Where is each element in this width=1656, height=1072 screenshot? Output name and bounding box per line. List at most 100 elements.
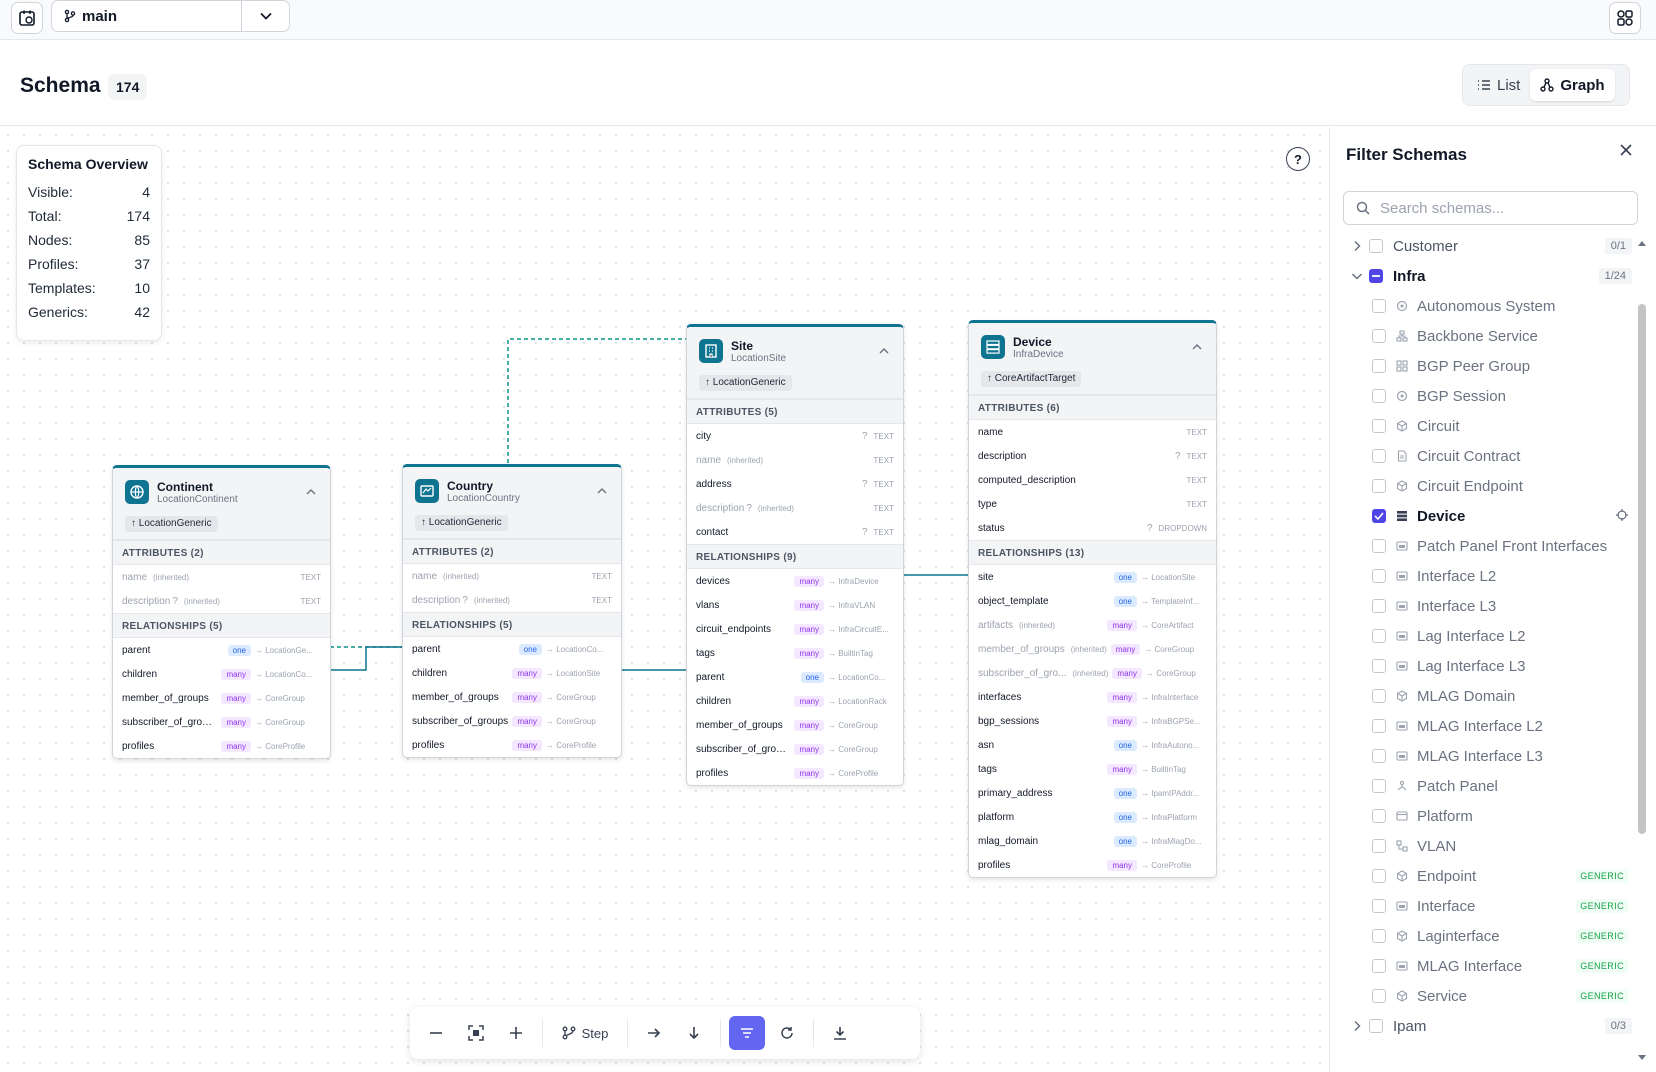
fit-view-button[interactable]: [458, 1016, 494, 1050]
filter-toggle-button[interactable]: [729, 1016, 765, 1050]
scroll-up-icon[interactable]: [1637, 239, 1647, 247]
relationship-row[interactable]: subscriber_of_gro... (inherited) many → Cor…: [969, 661, 1216, 685]
relationship-row[interactable]: member_of_groups many → CoreGroup: [113, 686, 330, 710]
relationship-row[interactable]: mlag_domain one → InfraMlagDo...: [969, 829, 1216, 853]
relationship-row[interactable]: subscriber_of_groups many → CoreGroup: [403, 709, 621, 733]
schema-checkbox[interactable]: [1372, 929, 1386, 943]
schema-item[interactable]: BGP Peer Group: [1330, 351, 1642, 381]
group-checkbox[interactable]: [1369, 1019, 1383, 1033]
schema-item[interactable]: Circuit: [1330, 411, 1642, 441]
schema-item[interactable]: Lag Interface L2: [1330, 621, 1642, 651]
zoom-out-button[interactable]: [418, 1016, 454, 1050]
schema-group[interactable]: Ipam 0/3: [1330, 1011, 1642, 1041]
relationship-row[interactable]: artifacts (inherited) many → CoreArtifact: [969, 613, 1216, 637]
schema-checkbox[interactable]: [1372, 779, 1386, 793]
schema-checkbox[interactable]: [1372, 329, 1386, 343]
branch-selector[interactable]: main: [51, 0, 290, 32]
schema-node-country[interactable]: Country LocationCountry ↑ LocationGeneric A…: [402, 464, 622, 758]
relationship-row[interactable]: profiles many → CoreProfile: [113, 734, 330, 758]
close-icon[interactable]: [1619, 143, 1633, 162]
schema-item[interactable]: Circuit Endpoint: [1330, 471, 1642, 501]
attribute-row[interactable]: description? (inherited) TEXT: [687, 496, 903, 520]
attribute-row[interactable]: type TEXT: [969, 492, 1216, 516]
relationship-row[interactable]: site one → LocationSite: [969, 565, 1216, 589]
relationship-row[interactable]: children many → LocationCo...: [113, 662, 330, 686]
schema-checkbox[interactable]: [1372, 869, 1386, 883]
attribute-row[interactable]: status? DROPDOWN: [969, 516, 1216, 540]
relationship-row[interactable]: vlans many → InfraVLAN: [687, 593, 903, 617]
schema-item[interactable]: MLAG Interface GENERIC: [1330, 951, 1642, 981]
attribute-row[interactable]: name (inherited) TEXT: [403, 564, 621, 588]
schema-checkbox[interactable]: [1372, 719, 1386, 733]
layout-horizontal-button[interactable]: [636, 1016, 672, 1050]
schema-checkbox[interactable]: [1372, 359, 1386, 373]
schema-group[interactable]: Infra 1/24: [1330, 261, 1642, 291]
chevron-down-icon[interactable]: [241, 1, 289, 31]
schema-item[interactable]: Interface L2: [1330, 561, 1642, 591]
schema-item[interactable]: Endpoint GENERIC: [1330, 861, 1642, 891]
group-checkbox[interactable]: [1369, 239, 1383, 253]
schema-item[interactable]: Service GENERIC: [1330, 981, 1642, 1011]
schema-item[interactable]: MLAG Domain: [1330, 681, 1642, 711]
relationship-row[interactable]: asn one → InfraAutono...: [969, 733, 1216, 757]
schema-checkbox[interactable]: [1372, 899, 1386, 913]
schema-item[interactable]: BGP Session: [1330, 381, 1642, 411]
schema-checkbox[interactable]: [1372, 599, 1386, 613]
attribute-row[interactable]: description? (inherited) TEXT: [113, 589, 330, 613]
relationship-row[interactable]: member_of_groups (inherited) many → CoreGro…: [969, 637, 1216, 661]
schema-checkbox[interactable]: [1372, 839, 1386, 853]
attribute-row[interactable]: description? (inherited) TEXT: [403, 588, 621, 612]
schema-group[interactable]: Customer 0/1: [1330, 231, 1642, 261]
calendar-clock-icon[interactable]: [11, 2, 43, 34]
chevron-up-icon[interactable]: [879, 341, 889, 359]
search-input[interactable]: [1380, 199, 1620, 217]
scrollbar-thumb[interactable]: [1638, 304, 1646, 834]
relationship-row[interactable]: primary_address one → IpamIPAddr...: [969, 781, 1216, 805]
attribute-row[interactable]: description? TEXT: [969, 444, 1216, 468]
schema-checkbox[interactable]: [1372, 959, 1386, 973]
relationship-row[interactable]: profiles many → CoreProfile: [687, 761, 903, 785]
relationship-row[interactable]: subscriber_of_groups many → CoreGroup: [113, 710, 330, 734]
refresh-button[interactable]: [769, 1016, 805, 1050]
attribute-row[interactable]: name (inherited) TEXT: [687, 448, 903, 472]
schema-item[interactable]: Patch Panel: [1330, 771, 1642, 801]
graph-view-button[interactable]: Graph: [1530, 69, 1615, 101]
schema-item[interactable]: Backbone Service: [1330, 321, 1642, 351]
graph-canvas[interactable]: Schema Overview Visible: 4 Total: 174 Node…: [0, 127, 1329, 1072]
schema-item[interactable]: Patch Panel Front Interfaces: [1330, 531, 1642, 561]
schema-checkbox[interactable]: [1372, 299, 1386, 313]
relationship-row[interactable]: platform one → InfraPlatform: [969, 805, 1216, 829]
attribute-row[interactable]: name TEXT: [969, 420, 1216, 444]
download-button[interactable]: [822, 1016, 858, 1050]
schema-item[interactable]: MLAG Interface L3: [1330, 741, 1642, 771]
attribute-row[interactable]: contact? TEXT: [687, 520, 903, 544]
layout-vertical-button[interactable]: [676, 1016, 712, 1050]
schema-checkbox[interactable]: [1372, 629, 1386, 643]
attribute-row[interactable]: city? TEXT: [687, 424, 903, 448]
schema-item[interactable]: Laginterface GENERIC: [1330, 921, 1642, 951]
schema-item[interactable]: Interface L3: [1330, 591, 1642, 621]
relationship-row[interactable]: interfaces many → InfraInterface: [969, 685, 1216, 709]
schema-item[interactable]: Device: [1330, 501, 1642, 531]
schema-checkbox[interactable]: [1372, 689, 1386, 703]
schema-item[interactable]: MLAG Interface L2: [1330, 711, 1642, 741]
scroll-down-icon[interactable]: [1637, 1054, 1647, 1062]
chevron-up-icon[interactable]: [1192, 337, 1202, 355]
crosshair-icon[interactable]: [1616, 508, 1628, 525]
group-checkbox[interactable]: [1369, 269, 1383, 283]
schema-node-device[interactable]: Device InfraDevice ↑ CoreArtifactTarget ATT…: [968, 320, 1217, 878]
chevron-right-icon[interactable]: [1345, 1020, 1369, 1032]
attribute-row[interactable]: computed_description TEXT: [969, 468, 1216, 492]
zoom-in-button[interactable]: [498, 1016, 534, 1050]
chevron-up-icon[interactable]: [597, 481, 607, 499]
relationship-row[interactable]: profiles many → CoreProfile: [969, 853, 1216, 877]
chevron-right-icon[interactable]: [1345, 240, 1369, 252]
schema-item[interactable]: Platform: [1330, 801, 1642, 831]
schema-checkbox[interactable]: [1372, 419, 1386, 433]
relationship-row[interactable]: children many → LocationRack: [687, 689, 903, 713]
schema-checkbox[interactable]: [1372, 989, 1386, 1003]
help-icon[interactable]: ?: [1286, 147, 1310, 171]
schema-checkbox[interactable]: [1372, 389, 1386, 403]
relationship-row[interactable]: parent one → LocationCo...: [687, 665, 903, 689]
schema-checkbox[interactable]: [1372, 539, 1386, 553]
